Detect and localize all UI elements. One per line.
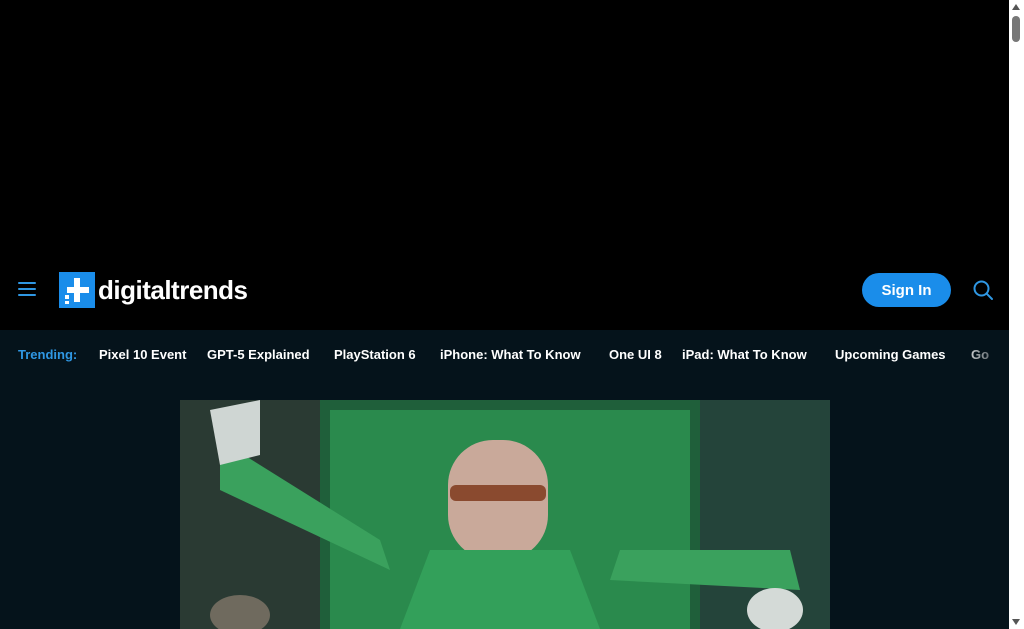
logo-wordmark: digitaltrends [98,275,248,305]
sign-in-button[interactable]: Sign In [862,273,951,307]
hamburger-menu-icon[interactable] [16,278,38,300]
trending-link[interactable]: GPT-5 Explained [207,347,310,362]
trending-link[interactable]: iPad: What To Know [682,347,807,362]
scrollbar[interactable] [1009,0,1024,629]
scroll-down-arrow-icon[interactable] [1012,619,1020,625]
trending-link[interactable]: One UI 8 [609,347,662,362]
scroll-up-arrow-icon[interactable] [1012,4,1020,10]
trending-link[interactable]: Upcoming Games [835,347,946,362]
site-logo[interactable]: digitaltrends [59,272,248,308]
digitaltrends-logo-icon [59,272,95,308]
trending-bar: Trending: Pixel 10 Event GPT-5 Explained… [0,330,1009,380]
scrollbar-thumb[interactable] [1012,16,1020,42]
trending-label: Trending: [18,347,78,362]
trending-fade [959,330,1009,380]
page-viewport: digitaltrends Sign In Trending: Pixel 10… [0,0,1009,629]
ad-placeholder [0,0,1009,250]
trending-link[interactable]: PlayStation 6 [334,347,416,362]
site-header: digitaltrends Sign In [0,250,1009,330]
trending-link[interactable]: iPhone: What To Know [440,347,581,362]
search-icon[interactable] [972,279,994,301]
hero-image[interactable] [180,400,830,629]
trending-link[interactable]: Pixel 10 Event [99,347,186,362]
